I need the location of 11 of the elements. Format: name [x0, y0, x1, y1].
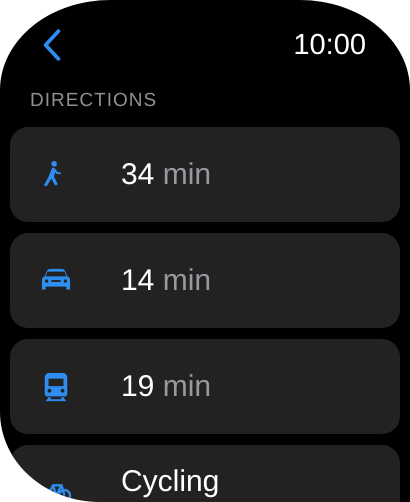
- route-option[interactable]: 34 min: [10, 127, 400, 222]
- route-option[interactable]: 14 min: [10, 233, 400, 328]
- route-option[interactable]: Cycling: [10, 445, 400, 502]
- clock-time: 10:00: [293, 28, 366, 62]
- section-title: DIRECTIONS: [30, 89, 158, 113]
- travel-time: 19 min: [121, 370, 212, 404]
- route-option[interactable]: 19 min: [10, 339, 400, 434]
- travel-time: 34 min: [121, 158, 212, 192]
- option-label: Cycling: [121, 465, 220, 498]
- travel-time: 14 min: [121, 264, 212, 298]
- back-button[interactable]: [42, 28, 62, 62]
